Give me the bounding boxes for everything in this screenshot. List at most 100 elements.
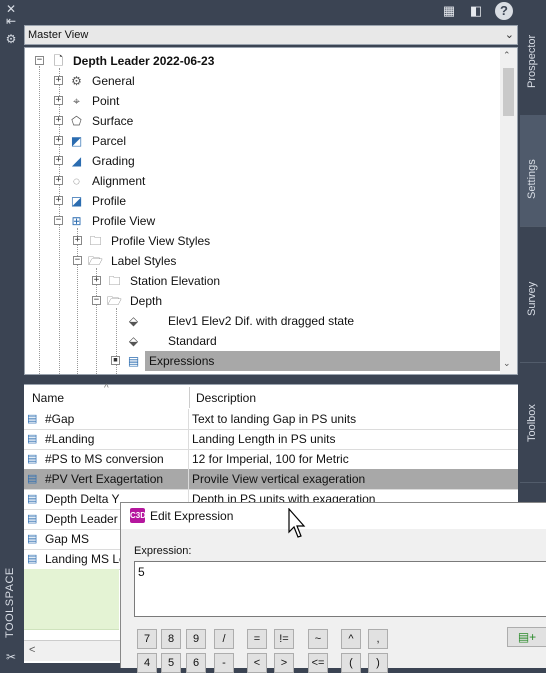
expression-item-icon: ▤ <box>27 513 38 525</box>
toolspace-toolbar: ▦ ◧ ? <box>22 0 520 24</box>
gear-icon[interactable]: ⚙ <box>3 32 19 46</box>
tree-node-grading[interactable]: + ◢ Grading <box>25 151 501 171</box>
help-icon[interactable]: ? <box>495 2 513 20</box>
scroll-up-icon[interactable]: ⌃ <box>503 50 511 61</box>
alignment-icon: ◌ <box>72 174 81 188</box>
expression-label: Expression: <box>134 545 192 557</box>
tree-scrollbar[interactable]: ⌃ ⌄ <box>500 48 517 374</box>
empty-row <box>24 609 119 630</box>
column-header-name[interactable]: Name <box>32 391 64 405</box>
key-tilde-button[interactable]: ~ <box>308 629 328 649</box>
item-name: #PS to MS conversion <box>45 452 164 466</box>
tree-node-profile-view-styles[interactable]: + 🗀 Profile View Styles <box>25 231 501 251</box>
key-not-equal-button[interactable]: != <box>274 629 294 649</box>
tree-node-label: Alignment <box>92 174 146 188</box>
scroll-left-icon[interactable]: < <box>29 644 35 656</box>
empty-row <box>24 569 119 590</box>
tree-node-alignment[interactable]: + ◌ Alignment <box>25 171 501 191</box>
list-item[interactable]: ▤ #PS to MS conversion 12 for Imperial, … <box>24 449 518 470</box>
label-style-icon: ⬙ <box>128 314 139 328</box>
tree-node-expressions[interactable]: ▪ ▤ Expressions <box>25 351 501 371</box>
key-8-button[interactable]: 8 <box>161 629 181 649</box>
pin-icon[interactable]: ⇤ <box>3 14 19 28</box>
key-6-button[interactable]: 6 <box>186 653 206 673</box>
tree-node-surface[interactable]: + ⬠ Surface <box>25 111 501 131</box>
tree-node-label: Profile <box>92 194 127 208</box>
key-less-than-button[interactable]: < <box>247 653 267 673</box>
key-4-button[interactable]: 4 <box>137 653 157 673</box>
item-description: 12 for Imperial, 100 for Metric <box>192 452 349 466</box>
tab-prospector[interactable]: Prospector <box>520 0 546 116</box>
item-name: Gap MS <box>45 532 90 546</box>
key-close-paren-button[interactable]: ) <box>368 653 388 673</box>
key-equals-button[interactable]: = <box>247 629 267 649</box>
list-item-selected[interactable]: ▤ #PV Vert Exagertation Provile View ver… <box>24 469 518 490</box>
list-item[interactable]: ▤ #Landing Landing Length in PS units <box>24 429 518 450</box>
key-comma-button[interactable]: , <box>368 629 388 649</box>
chevron-down-icon[interactable]: ⌄ <box>505 28 514 41</box>
tree-node-label: Parcel <box>92 134 127 148</box>
tree-node-elev-style[interactable]: ⬙ Elev1 Elev2 Dif. with dragged state <box>25 311 501 331</box>
master-view-dropdown[interactable]: Master View ⌄ <box>24 25 518 45</box>
item-name: #PV Vert Exagertation <box>45 472 164 486</box>
scroll-down-icon[interactable]: ⌄ <box>503 358 511 369</box>
tree-node-label: General <box>92 74 135 88</box>
list-item[interactable]: ▤ #Gap Text to landing Gap in PS units <box>24 409 518 430</box>
expression-input[interactable]: 5 <box>134 561 546 617</box>
tab-label: Prospector <box>526 34 538 88</box>
collapse-icon[interactable]: − <box>35 56 44 65</box>
tab-label: Toolbox <box>526 404 538 442</box>
tree-node-root[interactable]: − 🗋 Depth Leader 2022-06-23 <box>25 51 501 71</box>
expression-item-icon: ▤ <box>27 533 38 545</box>
tree-view-icon[interactable]: ▦ <box>440 2 458 20</box>
key-open-paren-button[interactable]: ( <box>341 653 361 673</box>
tree-node-station-elevation[interactable]: + 🗀 Station Elevation <box>25 271 501 291</box>
tree-node-point[interactable]: + ⌖ Point <box>25 91 501 111</box>
tree-node-label: Depth Leader 2022-06-23 <box>73 54 215 68</box>
tree-node-parcel[interactable]: + ◩ Parcel <box>25 131 501 151</box>
tab-survey[interactable]: Survey <box>520 226 546 363</box>
tree-node-label-styles[interactable]: − 🗁 Label Styles <box>25 251 501 271</box>
tools-icon[interactable]: ✂ <box>3 650 19 664</box>
drawing-icon: 🗋 <box>53 54 64 68</box>
tree-node-label: Elev1 Elev2 Dif. with dragged state <box>168 314 355 328</box>
edit-expression-dialog: C3D Edit Expression Expression: 5 7 8 9 … <box>120 502 546 673</box>
item-description: Provile View vertical exageration <box>192 472 366 486</box>
sort-ascending-icon: ^ <box>104 383 109 394</box>
tree-node-label: Point <box>92 94 120 108</box>
key-minus-button[interactable]: - <box>214 653 234 673</box>
folder-open-icon: 🗁 <box>107 294 122 308</box>
profile-view-icon: ⊞ <box>71 214 82 228</box>
tree-node-label: Label Styles <box>111 254 177 268</box>
key-9-button[interactable]: 9 <box>186 629 206 649</box>
expression-item-icon: ▤ <box>27 493 38 505</box>
key-5-button[interactable]: 5 <box>161 653 181 673</box>
insert-property-button[interactable]: ▤+ <box>507 627 546 647</box>
list-header: ^ Name Description <box>24 383 518 410</box>
tab-label: Survey <box>526 281 538 316</box>
key-greater-than-button[interactable]: > <box>274 653 294 673</box>
key-less-equal-button[interactable]: <= <box>308 653 328 673</box>
scrollbar-thumb[interactable] <box>503 68 514 116</box>
key-divide-button[interactable]: / <box>214 629 234 649</box>
tab-settings[interactable]: Settings <box>520 115 546 227</box>
key-caret-button[interactable]: ^ <box>341 629 361 649</box>
folder-icon: 🗀 <box>108 274 121 288</box>
toolspace-title: TOOLSPACE <box>0 567 22 640</box>
tree-node-label: Expressions <box>149 354 215 368</box>
key-7-button[interactable]: 7 <box>137 629 157 649</box>
item-name: #Gap <box>45 412 75 426</box>
item-description: Text to landing Gap in PS units <box>192 412 357 426</box>
tree-node-general[interactable]: + ⚙ General <box>25 71 501 91</box>
tree-node-profile[interactable]: + ◪ Profile <box>25 191 501 211</box>
list-horizontal-scrollbar[interactable]: < <box>24 640 120 661</box>
expression-item-icon: ▤ <box>27 453 38 465</box>
column-header-description[interactable]: Description <box>196 391 256 405</box>
dialog-titlebar[interactable]: C3D Edit Expression <box>121 503 546 529</box>
panel-layout-icon[interactable]: ◧ <box>467 2 485 20</box>
tree-node-profile-view[interactable]: − ⊞ Profile View <box>25 211 501 231</box>
grading-icon: ◢ <box>71 154 82 168</box>
tree-node-depth[interactable]: − 🗁 Depth <box>25 291 501 311</box>
tree-node-standard[interactable]: ⬙ Standard <box>25 331 501 351</box>
tab-toolbox[interactable]: Toolbox <box>520 362 546 483</box>
